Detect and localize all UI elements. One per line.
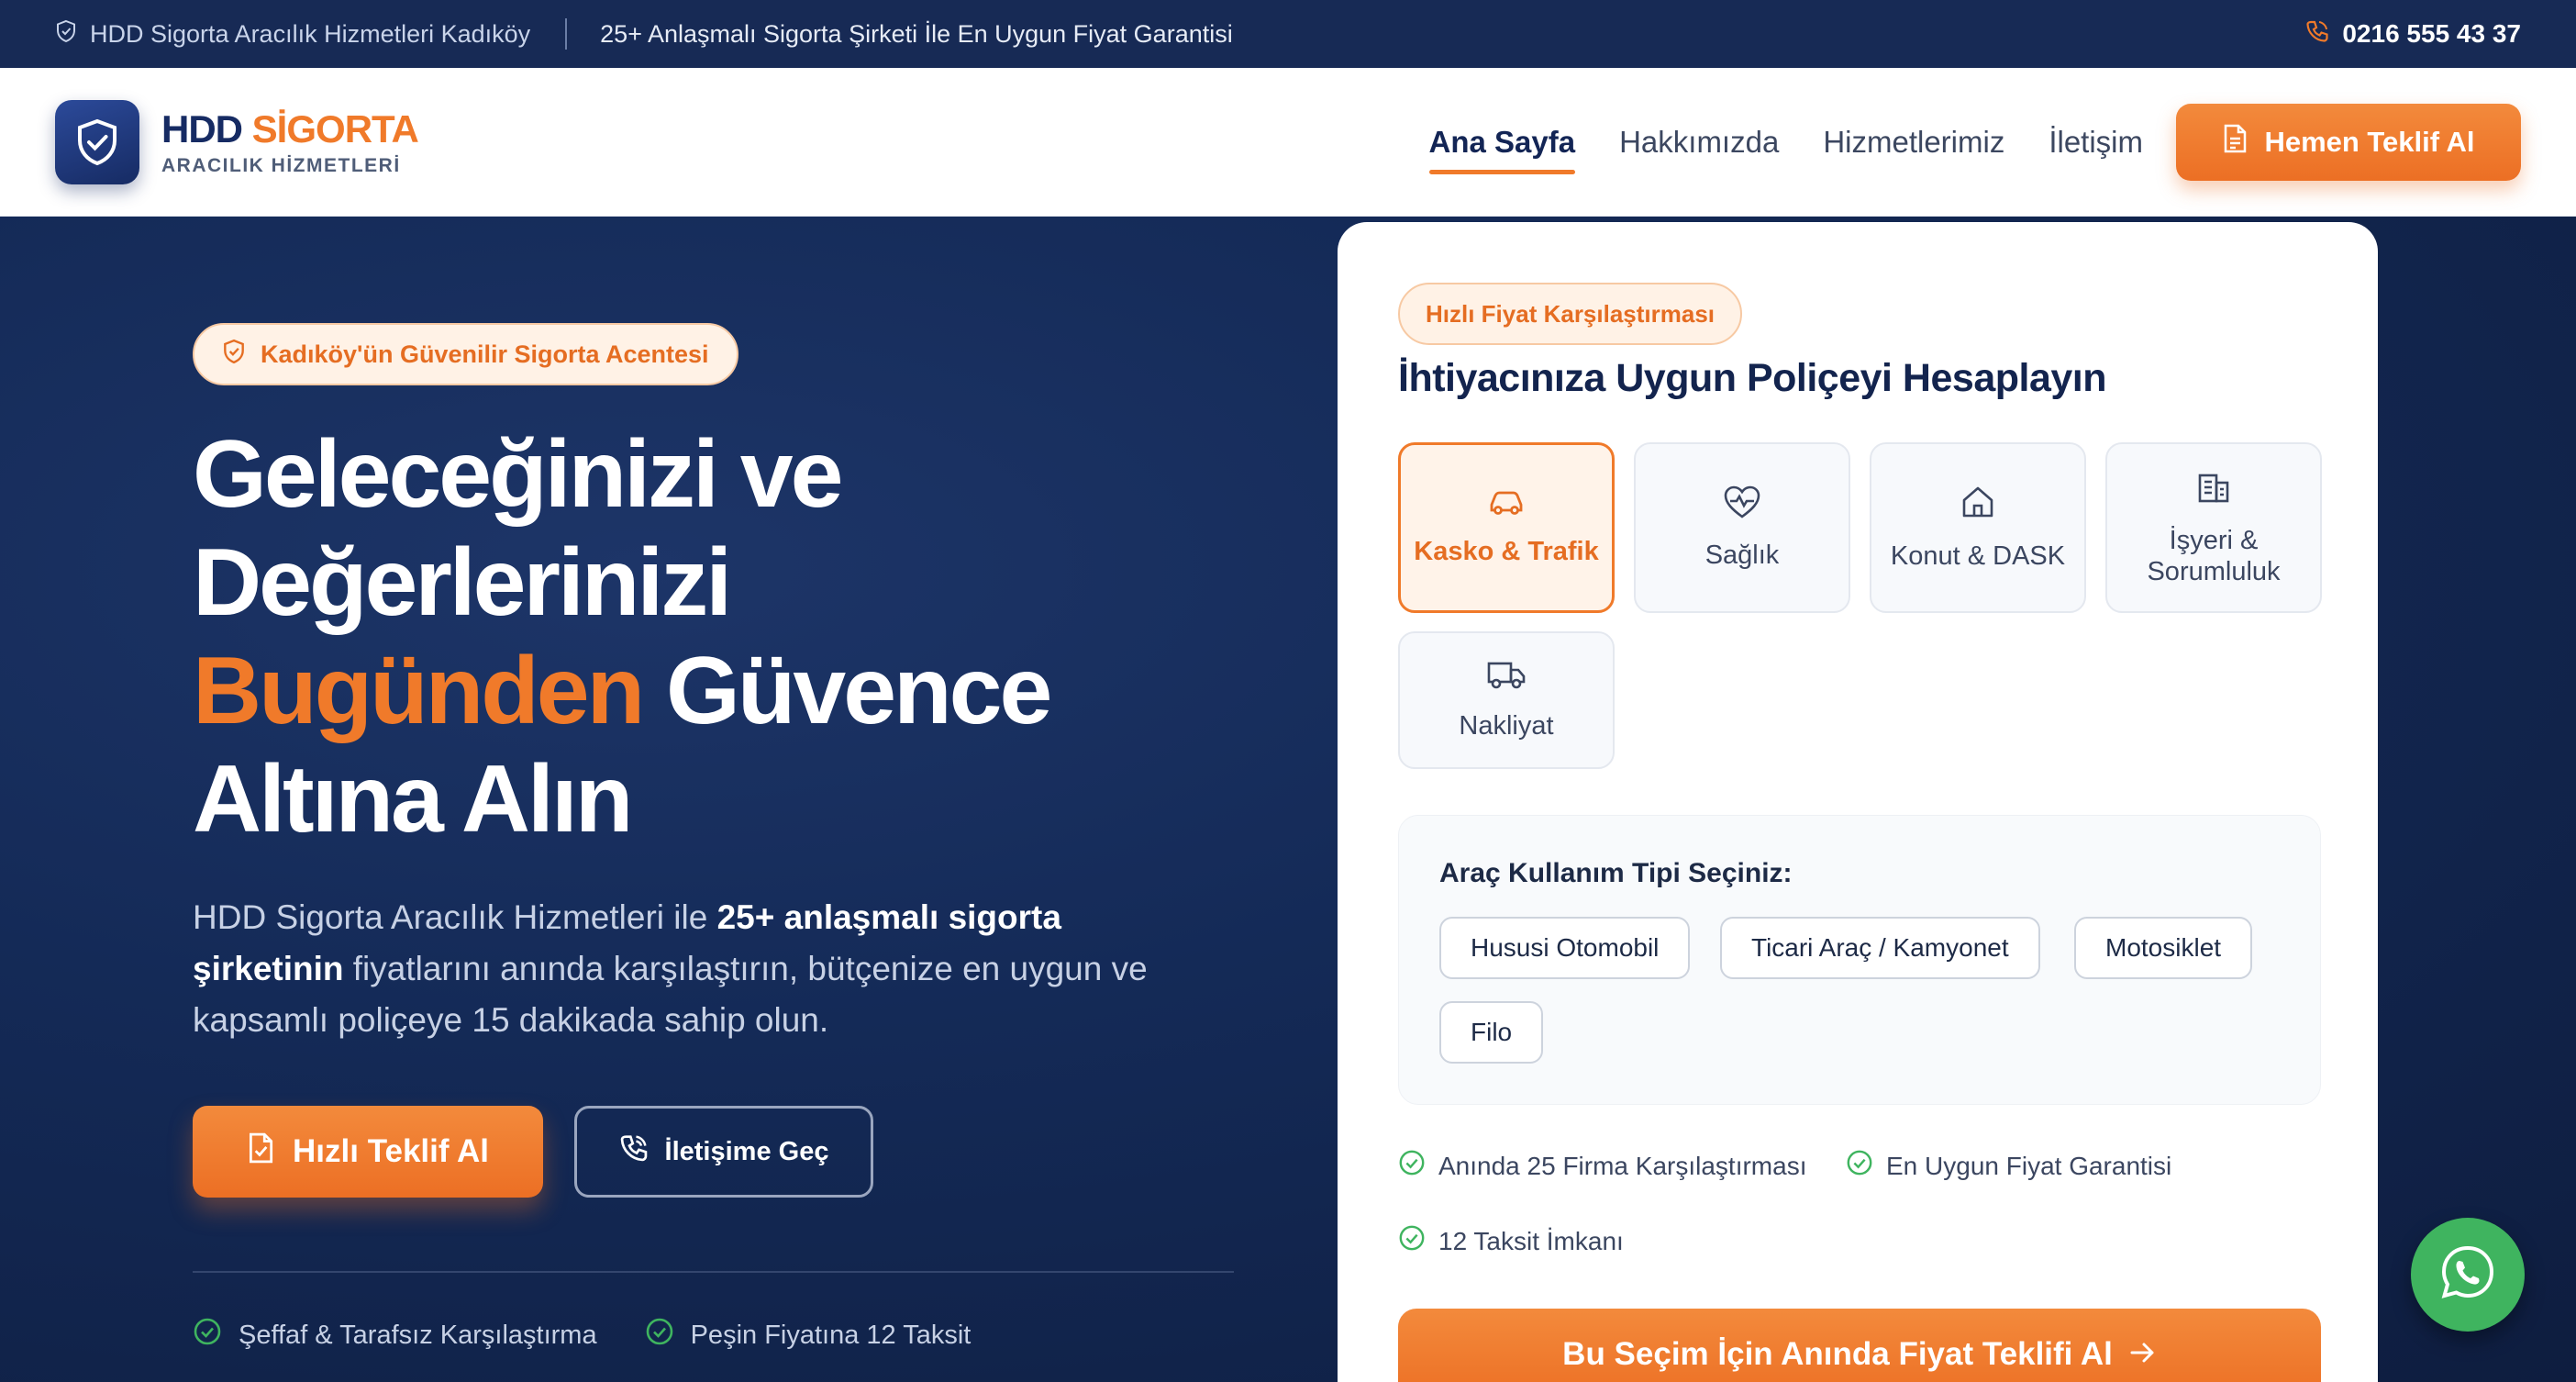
phone-call-icon <box>619 1133 649 1170</box>
feature-item: Şeffaf & Tarafsız Karşılaştırma <box>193 1317 597 1354</box>
top-info-bar: HDD Sigorta Aracılık Hizmetleri Kadıköy … <box>0 0 2576 68</box>
tile-transport[interactable]: Nakliyat <box>1398 631 1615 769</box>
logo[interactable]: HDD SİGORTA ARACILIK HİZMETLERİ <box>55 99 419 184</box>
car-icon <box>1487 488 1526 523</box>
trust-badge-text: Kadıköy'ün Güvenilir Sigorta Acentesi <box>261 340 709 368</box>
nav-contact[interactable]: İletişim <box>2049 114 2143 171</box>
contact-button[interactable]: İletişime Geç <box>574 1106 873 1198</box>
truck-icon <box>1486 659 1527 697</box>
tile-kasko-trafik[interactable]: Kasko & Trafik <box>1398 442 1615 613</box>
nav-services[interactable]: Hizmetlerimiz <box>1823 114 2004 171</box>
trust-badge: Kadıköy'ün Güvenilir Sigorta Acentesi <box>193 323 738 385</box>
tile-home-dask[interactable]: Konut & DASK <box>1870 442 2086 613</box>
benefit-item: En Uygun Fiyat Garantisi <box>1846 1149 2171 1183</box>
brand-subtitle: ARACILIK HİZMETLERİ <box>161 154 401 176</box>
phone-link[interactable]: 0216 555 43 37 <box>2305 19 2521 50</box>
site-header: HDD SİGORTA ARACILIK HİZMETLERİ Ana Sayf… <box>0 68 2576 217</box>
location-info: HDD Sigorta Aracılık Hizmetleri Kadıköy <box>55 19 530 50</box>
whatsapp-button[interactable] <box>2411 1218 2525 1332</box>
get-quote-button[interactable]: Hemen Teklif Al <box>2176 103 2521 181</box>
quote-calculator-card: Hızlı Fiyat Karşılaştırması İhtiyacınıza… <box>1338 222 2378 1382</box>
vehicle-usage-panel: Araç Kullanım Tipi Seçiniz: Hususi Otomo… <box>1398 815 2321 1105</box>
home-icon <box>1960 484 1996 528</box>
brand-name: HDD SİGORTA <box>161 106 419 150</box>
nav-about[interactable]: Hakkımızda <box>1619 114 1779 171</box>
usage-option-fleet[interactable]: Filo <box>1439 1001 1544 1064</box>
tile-health[interactable]: Sağlık <box>1634 442 1850 613</box>
hero-headline: Geleceğinizi ve Değerlerinizi Bugünden G… <box>193 421 1052 853</box>
instant-quote-button[interactable]: Bu Seçim İçin Anında Fiyat Teklifi Al <box>1398 1309 2321 1382</box>
logo-shield-icon <box>55 99 139 184</box>
check-circle-icon <box>1398 1224 1426 1258</box>
document-check-icon <box>247 1132 274 1172</box>
tile-workplace[interactable]: İşyeri & Sorumluluk <box>2105 442 2322 613</box>
check-circle-icon <box>645 1317 674 1354</box>
whatsapp-icon <box>2436 1241 2500 1310</box>
usage-title: Araç Kullanım Tipi Seçiniz: <box>1439 858 1793 888</box>
usage-option-motorcycle[interactable]: Motosiklet <box>2074 917 2253 979</box>
usage-option-private[interactable]: Hususi Otomobil <box>1439 917 1691 979</box>
check-circle-icon <box>1846 1149 1873 1183</box>
arrow-right-icon <box>2129 1336 2157 1373</box>
usage-option-commercial[interactable]: Ticari Araç / Kamyonet <box>1720 917 2040 979</box>
quick-quote-button[interactable]: Hızlı Teklif Al <box>193 1106 543 1198</box>
card-badge: Hızlı Fiyat Karşılaştırması <box>1398 283 1743 345</box>
shield-check-icon <box>222 339 246 371</box>
phone-number: 0216 555 43 37 <box>2342 19 2521 48</box>
location-text: HDD Sigorta Aracılık Hizmetleri Kadıköy <box>90 19 531 48</box>
promo-text: 25+ Anlaşmalı Sigorta Şirketi İle En Uyg… <box>600 19 1233 48</box>
benefit-item: 12 Taksit İmkanı <box>1398 1224 1624 1258</box>
check-circle-icon <box>193 1317 222 1354</box>
divider <box>565 18 568 50</box>
hero-description: HDD Sigorta Aracılık Hizmetleri ile 25+ … <box>193 898 1148 1039</box>
heart-pulse-icon <box>1723 485 1761 527</box>
document-icon <box>2222 124 2248 161</box>
check-circle-icon <box>1398 1149 1426 1183</box>
building-icon <box>2195 468 2232 512</box>
main-nav: Ana Sayfa Hakkımızda Hizmetlerimiz İleti… <box>1428 114 2143 174</box>
shield-icon <box>55 19 77 50</box>
card-title: İhtiyacınıza Uygun Poliçeyi Hesaplayın <box>1398 356 2107 400</box>
nav-home[interactable]: Ana Sayfa <box>1428 114 1575 174</box>
phone-icon <box>2305 19 2329 50</box>
feature-item: Peşin Fiyatına 12 Taksit <box>645 1317 971 1354</box>
hero-features: Şeffaf & Tarafsız Karşılaştırma Peşin Fi… <box>193 1317 971 1354</box>
benefit-item: Anında 25 Firma Karşılaştırması <box>1398 1149 1806 1183</box>
hero-divider <box>193 1271 1234 1273</box>
get-quote-label: Hemen Teklif Al <box>2264 125 2475 158</box>
